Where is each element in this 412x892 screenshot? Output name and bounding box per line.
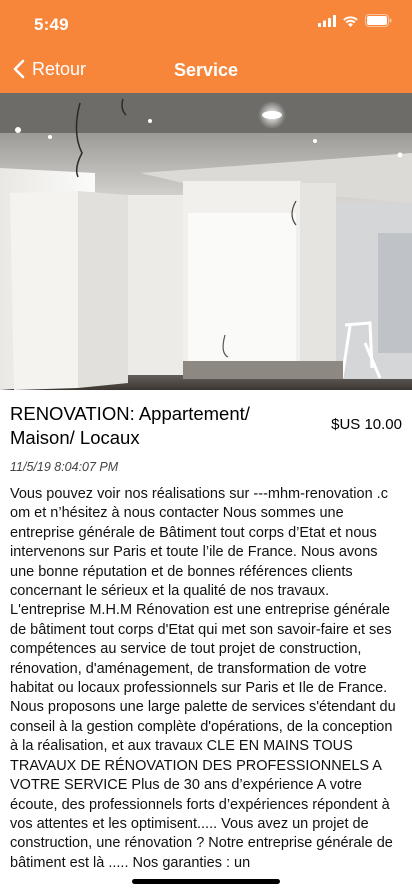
status-time: 5:49 [34,15,69,34]
signal-icon [318,14,336,32]
listing-price: $US 10.00 [331,416,402,433]
wifi-icon [342,14,359,32]
listing-description: Vous pouvez voir nos réalisations sur --… [10,486,396,871]
service-photo [0,93,412,390]
battery-icon [365,14,392,32]
status-bar: 5:49 [0,0,412,48]
listing-date: 11/5/19 8:04:07 PM [10,460,119,474]
header: 5:49 Retour Service [0,0,412,93]
navigation-bar: Retour Service [0,48,412,93]
page-title: Service [173,60,239,80]
listing-title: RENOVATION: Appartement/ Maison/ Locaux [10,403,250,448]
listing-detail: RENOVATION: Appartement/ Maison/ Locaux … [0,390,412,892]
status-icons [318,14,392,32]
home-indicator[interactable] [132,879,280,884]
